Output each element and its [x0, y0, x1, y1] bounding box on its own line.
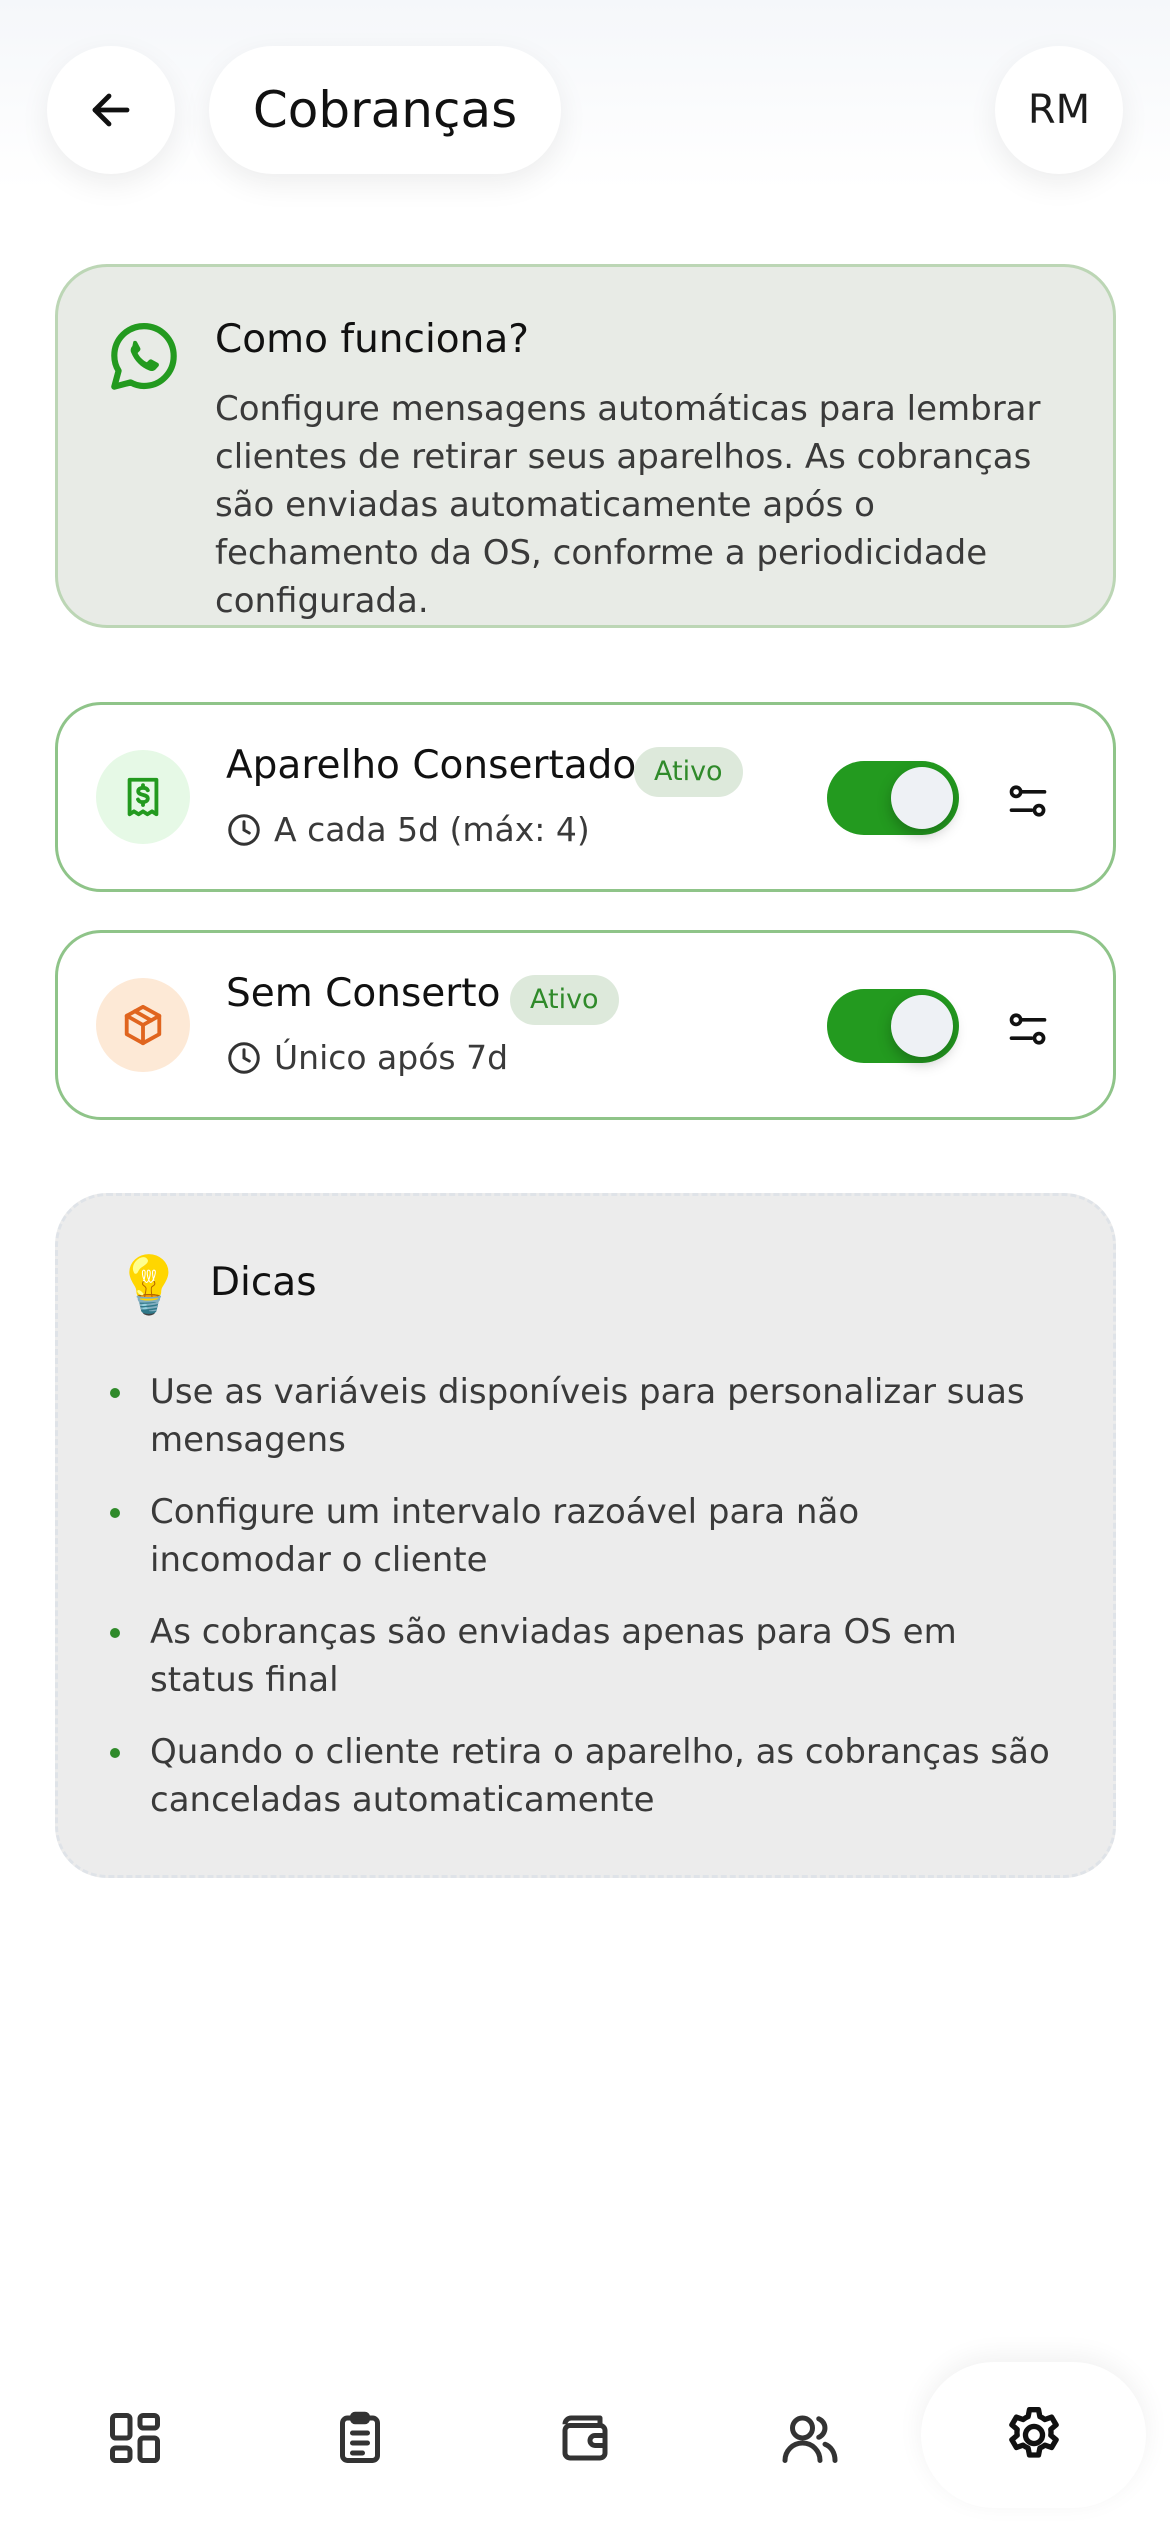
- nav-clients[interactable]: [774, 2402, 846, 2474]
- rule-icon-badge: [96, 750, 190, 844]
- rule-schedule: A cada 5d (máx: 4): [226, 810, 590, 849]
- back-button[interactable]: [47, 46, 175, 174]
- rule-schedule-text: Único após 7d: [274, 1038, 509, 1077]
- dashboard-icon: [110, 2413, 160, 2463]
- list-item: Configure um intervalo razoável para não…: [110, 1488, 1050, 1584]
- screen: Cobranças RM Como funciona? Configure me…: [0, 0, 1170, 2532]
- status-badge: Ativo: [634, 747, 743, 797]
- nav-orders[interactable]: [324, 2402, 396, 2474]
- lightbulb-icon: 💡: [114, 1253, 184, 1318]
- receipt-dollar-icon: [127, 777, 159, 817]
- nav-wallet[interactable]: [549, 2402, 621, 2474]
- toggle-knob: [891, 767, 953, 829]
- rule-schedule-text: A cada 5d (máx: 4): [274, 810, 590, 849]
- nav-dashboard[interactable]: [99, 2402, 171, 2474]
- tip-text: Quando o cliente retira o aparelho, as c…: [150, 1732, 1050, 1820]
- clock-icon: [228, 813, 260, 846]
- bottom-nav: [0, 2352, 1170, 2532]
- rule-toggle[interactable]: [827, 761, 959, 835]
- clipboard-icon: [340, 2411, 380, 2463]
- tip-text: As cobranças são enviadas apenas para OS…: [150, 1612, 957, 1700]
- info-title: Como funciona?: [215, 317, 529, 362]
- list-item: As cobranças são enviadas apenas para OS…: [110, 1608, 1050, 1704]
- package-icon: [124, 1004, 162, 1046]
- rule-name: Sem Conserto: [226, 971, 501, 1016]
- users-icon: [782, 2415, 838, 2463]
- avatar[interactable]: RM: [995, 46, 1123, 174]
- list-item: Use as variáveis disponíveis para person…: [110, 1368, 1050, 1464]
- bullet: [110, 1628, 120, 1638]
- rule-schedule: Único após 7d: [226, 1038, 508, 1077]
- sliders-icon[interactable]: [1006, 779, 1050, 823]
- rule-card-aparelho-consertado[interactable]: Aparelho Consertado Ativo A cada 5d (máx…: [55, 702, 1116, 892]
- tip-text: Use as variáveis disponíveis para person…: [150, 1372, 1025, 1460]
- tips-list: Use as variáveis disponíveis para person…: [110, 1368, 1050, 1848]
- info-description: Configure mensagens automáticas para lem…: [215, 389, 1041, 621]
- rule-name: Aparelho Consertado: [226, 743, 637, 788]
- sliders-icon[interactable]: [1006, 1007, 1050, 1051]
- nav-settings[interactable]: [921, 2362, 1146, 2508]
- page-title: Cobranças: [209, 46, 561, 174]
- bullet: [110, 1508, 120, 1518]
- whatsapp-icon: [111, 323, 177, 390]
- arrow-left-icon: [92, 93, 130, 127]
- header-background: [0, 0, 1170, 190]
- bullet: [110, 1388, 120, 1398]
- toggle-knob: [891, 995, 953, 1057]
- tips-title: Dicas: [210, 1260, 317, 1305]
- list-item: Quando o cliente retira o aparelho, as c…: [110, 1728, 1050, 1824]
- how-it-works-card: Como funciona? Configure mensagens autom…: [55, 264, 1116, 628]
- tip-text: Configure um intervalo razoável para não…: [150, 1492, 860, 1580]
- wallet-icon: [562, 2415, 608, 2461]
- status-badge: Ativo: [510, 975, 619, 1025]
- rule-icon-badge: [96, 978, 190, 1072]
- rule-toggle[interactable]: [827, 989, 959, 1063]
- tips-card: 💡 Dicas Use as variáveis disponíveis par…: [55, 1193, 1116, 1878]
- settings-icon: [1008, 2407, 1059, 2458]
- rule-card-sem-conserto[interactable]: Sem Conserto Ativo Único após 7d: [55, 930, 1116, 1120]
- clock-icon: [228, 1041, 260, 1074]
- bullet: [110, 1748, 120, 1758]
